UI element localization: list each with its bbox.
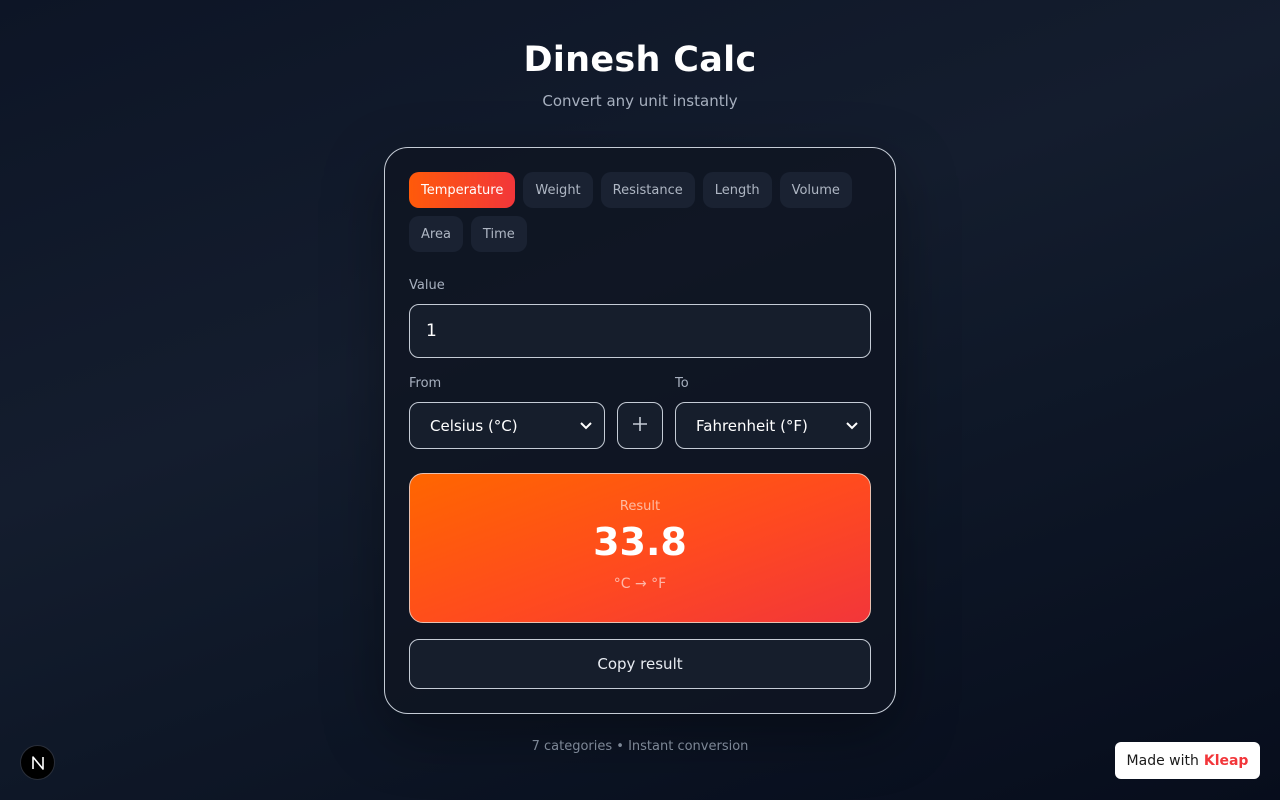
- page-header: Dinesh Calc Convert any unit instantly: [0, 40, 1280, 110]
- tab-area[interactable]: Area: [409, 216, 463, 252]
- tab-time[interactable]: Time: [470, 216, 527, 252]
- badge-brand: Kleap: [1203, 752, 1249, 769]
- value-input[interactable]: [409, 304, 871, 358]
- value-label: Value: [409, 278, 445, 293]
- to-unit-value: Fahrenheit (°F): [696, 416, 808, 435]
- category-tabs: Temperature Weight Resistance Length Vol…: [409, 172, 873, 252]
- converter-card: Temperature Weight Resistance Length Vol…: [384, 147, 896, 714]
- plus-icon: [632, 416, 648, 436]
- tab-volume[interactable]: Volume: [779, 172, 852, 208]
- tab-weight[interactable]: Weight: [523, 172, 593, 208]
- swap-units-button[interactable]: [617, 402, 663, 449]
- page-title: Dinesh Calc: [523, 40, 757, 80]
- result-panel: Result 33.8 °C → °F: [409, 473, 871, 623]
- made-with-badge[interactable]: Made with Kleap: [1115, 742, 1260, 779]
- badge-prefix: Made with: [1126, 752, 1199, 769]
- result-label: Result: [619, 499, 661, 514]
- result-units: °C → °F: [613, 576, 667, 592]
- nextjs-logo-icon[interactable]: [20, 745, 55, 780]
- from-label: From: [409, 376, 442, 391]
- tab-length[interactable]: Length: [702, 172, 772, 208]
- from-unit-select[interactable]: Celsius (°C): [409, 402, 605, 449]
- tab-temperature[interactable]: Temperature: [409, 172, 516, 208]
- to-label: To: [675, 376, 689, 391]
- copy-result-button[interactable]: Copy result: [409, 639, 871, 689]
- to-unit-select[interactable]: Fahrenheit (°F): [675, 402, 871, 449]
- tab-resistance[interactable]: Resistance: [600, 172, 695, 208]
- n-letter-icon: [31, 755, 44, 770]
- result-value: 33.8: [593, 520, 687, 564]
- chevron-down-icon: [846, 419, 858, 433]
- from-unit-value: Celsius (°C): [430, 416, 518, 435]
- page-subtitle: Convert any unit instantly: [542, 92, 738, 110]
- chevron-down-icon: [580, 419, 592, 433]
- footer-text: 7 categories • Instant conversion: [531, 739, 749, 754]
